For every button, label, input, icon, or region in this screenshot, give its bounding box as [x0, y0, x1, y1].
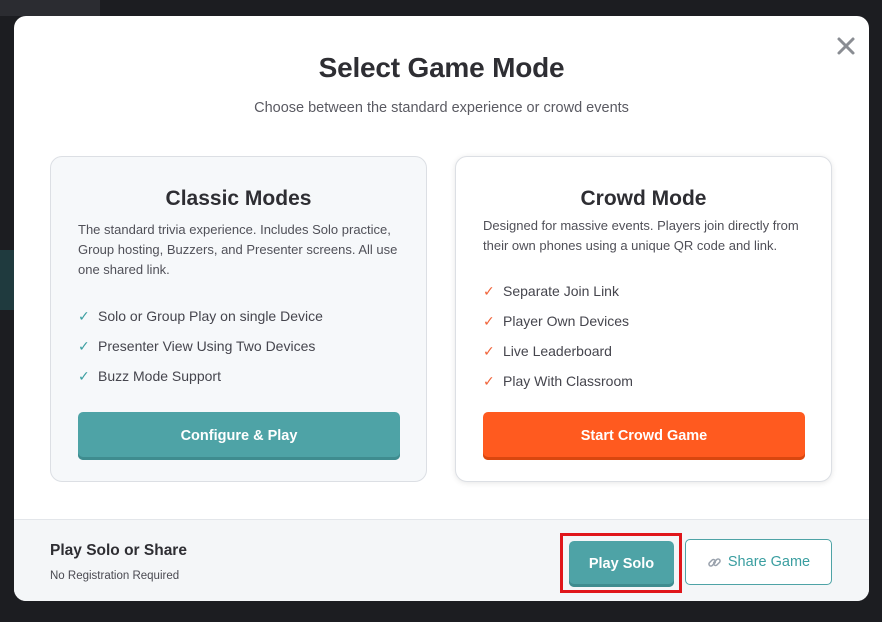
check-icon: ✓: [483, 342, 495, 359]
check-icon: ✓: [78, 367, 90, 384]
crowd-mode-description: Designed for massive events. Players joi…: [483, 218, 799, 253]
feature-label: Buzz Mode Support: [98, 368, 221, 384]
list-item: ✓ Play With Classroom: [483, 366, 633, 396]
check-icon: ✓: [78, 307, 90, 324]
crowd-mode-card: Crowd Mode Designed for massive events. …: [455, 156, 832, 482]
classic-features-list: ✓ Solo or Group Play on single Device ✓ …: [78, 301, 323, 391]
feature-label: Presenter View Using Two Devices: [98, 338, 316, 354]
feature-label: Separate Join Link: [503, 283, 619, 299]
classic-modes-card: Classic Modes The standard trivia experi…: [50, 156, 427, 482]
feature-label: Live Leaderboard: [503, 343, 612, 359]
link-icon: [707, 555, 722, 570]
background-accent: [0, 250, 14, 310]
check-icon: ✓: [78, 337, 90, 354]
feature-label: Play With Classroom: [503, 373, 633, 389]
share-game-button[interactable]: Share Game: [685, 539, 832, 585]
feature-label: Solo or Group Play on single Device: [98, 308, 323, 324]
share-game-label: Share Game: [727, 554, 811, 570]
list-item: ✓ Live Leaderboard: [483, 336, 633, 366]
check-icon: ✓: [483, 372, 495, 389]
background-strip: [0, 0, 100, 16]
start-crowd-game-button[interactable]: Start Crowd Game: [483, 412, 805, 460]
crowd-mode-title: Crowd Mode: [580, 187, 707, 210]
check-icon: ✓: [483, 282, 495, 299]
play-solo-button[interactable]: Play Solo: [569, 541, 674, 587]
modal-footer: Play Solo or Share No Registration Requi…: [14, 519, 869, 601]
feature-label: Player Own Devices: [503, 313, 630, 329]
check-icon: ✓: [483, 312, 495, 329]
classic-modes-description: The standard trivia experience. Includes…: [78, 222, 398, 277]
list-item: ✓ Presenter View Using Two Devices: [78, 331, 323, 361]
modal-title: Select Game Mode: [318, 52, 565, 83]
crowd-features-list: ✓ Separate Join Link ✓ Player Own Device…: [483, 276, 633, 396]
configure-play-button[interactable]: Configure & Play: [78, 412, 400, 460]
list-item: ✓ Player Own Devices: [483, 306, 633, 336]
list-item: ✓ Buzz Mode Support: [78, 361, 323, 391]
list-item: ✓ Solo or Group Play on single Device: [78, 301, 323, 331]
list-item: ✓ Separate Join Link: [483, 276, 633, 306]
footer-subtitle: No Registration Required: [50, 570, 180, 582]
modal-subtitle: Choose between the standard experience o…: [254, 100, 629, 116]
footer-title: Play Solo or Share: [50, 542, 187, 559]
classic-modes-title: Classic Modes: [165, 187, 312, 210]
game-mode-modal: Select Game Mode Choose between the stan…: [14, 16, 869, 601]
